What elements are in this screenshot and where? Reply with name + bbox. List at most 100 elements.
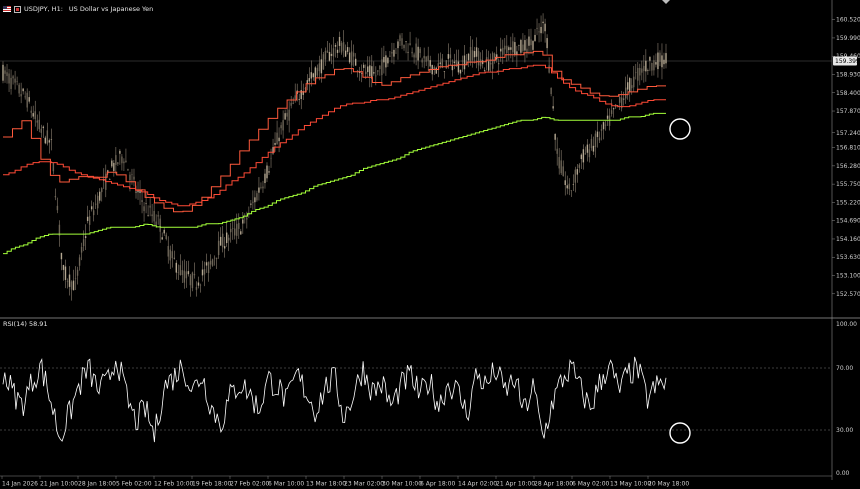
symbol-icon: [14, 5, 21, 13]
ma-fast-line: [3, 50, 666, 213]
candle-body: [556, 148, 558, 154]
candle-body: [153, 210, 155, 222]
candle-body: [435, 67, 437, 74]
candle-body: [391, 52, 393, 54]
candle-body: [2, 64, 4, 81]
candle-body: [500, 48, 502, 52]
candle-body: [230, 228, 232, 233]
candle-body: [512, 41, 514, 53]
ma-mid-line: [3, 64, 666, 207]
candle-body: [109, 179, 111, 180]
candle-body: [336, 49, 339, 53]
time-tick-label: 19 Feb 18:00: [192, 481, 232, 488]
candle-body: [326, 50, 329, 53]
candle-body: [211, 259, 214, 266]
candle-body: [377, 70, 379, 72]
candle-body: [469, 47, 472, 63]
candle-body: [582, 149, 585, 163]
candle-body: [292, 102, 294, 104]
candle-body: [290, 102, 292, 106]
candle-body: [127, 168, 129, 171]
candle-body: [498, 63, 500, 65]
rsi-tick-label: 70.00: [836, 365, 853, 372]
candle-body: [300, 90, 302, 100]
rsi-tick-label: 30.00: [836, 427, 853, 434]
candle-body: [602, 122, 605, 130]
candle-body: [467, 53, 470, 61]
candle-body: [252, 201, 254, 203]
candle-body: [562, 166, 564, 177]
candle-body: [44, 137, 47, 144]
candle-body: [115, 155, 117, 165]
candle-body: [419, 48, 421, 53]
candle-body: [72, 280, 75, 291]
chart-canvas: 160.520159.990159.460158.930158.400157.8…: [0, 0, 860, 488]
candle-body: [221, 233, 224, 248]
price-tick-label: 157.870: [836, 108, 860, 115]
candle-body: [88, 216, 91, 225]
candle-body: [123, 161, 125, 164]
symbol-label: USDJPY, H1:: [24, 5, 63, 13]
candle-body: [187, 271, 190, 275]
candle-body: [149, 205, 151, 208]
candle-body: [479, 59, 482, 67]
candle-body: [159, 218, 161, 232]
candle-body: [215, 257, 218, 259]
candle-body: [572, 184, 575, 185]
candle-body: [590, 138, 593, 149]
candle-body: [350, 51, 353, 66]
candle-body: [369, 65, 371, 76]
candle-body: [586, 144, 589, 153]
candle-body: [647, 70, 649, 71]
candle-body: [207, 262, 210, 274]
candle-body: [401, 38, 403, 46]
candle-body: [38, 119, 40, 130]
candle-body: [387, 57, 389, 64]
candle-body: [68, 274, 71, 287]
candle-body: [588, 149, 591, 158]
candle-body: [508, 47, 510, 51]
candle-body: [268, 171, 270, 173]
candle-body: [135, 191, 137, 193]
rsi-line: [2, 356, 667, 443]
candle-body: [155, 221, 157, 226]
candle-body: [544, 23, 546, 32]
candle-body: [633, 76, 635, 88]
candle-body: [78, 257, 81, 266]
price-tick-label: 155.750: [836, 181, 860, 188]
candle-body: [173, 257, 175, 259]
candle-body: [475, 47, 478, 57]
candle-body: [197, 282, 200, 286]
ma-slow-line: [3, 112, 666, 255]
candle-body: [306, 80, 308, 84]
time-tick-label: 6 Mar 10:00: [268, 481, 304, 488]
candle-body: [310, 72, 313, 79]
candle-body: [491, 53, 494, 69]
candle-body: [610, 110, 613, 114]
price-marker-circle[interactable]: [669, 118, 691, 140]
candle-body: [169, 249, 171, 261]
rsi-marker-circle[interactable]: [669, 422, 691, 444]
candle-body: [592, 145, 595, 152]
candle-body: [328, 51, 331, 61]
candle-body: [411, 51, 413, 54]
candle-body: [330, 53, 333, 56]
candle-body: [504, 45, 506, 50]
price-tick-label: 156.810: [836, 145, 860, 152]
candle-body: [554, 133, 556, 140]
candle-body: [6, 72, 8, 76]
candle-body: [205, 262, 208, 266]
candle-body: [193, 273, 196, 276]
candle-body: [84, 236, 87, 239]
price-tick-label: 152.570: [836, 291, 860, 298]
candle-body: [175, 262, 178, 273]
candle-body: [661, 55, 663, 68]
candle-body: [447, 54, 450, 59]
candle-body: [356, 70, 359, 72]
candle-body: [558, 157, 560, 169]
scroll-marker-icon[interactable]: [662, 0, 670, 4]
candle-body: [502, 47, 504, 55]
candle-body: [405, 41, 407, 42]
candle-body: [365, 71, 367, 75]
time-tick-label: 13 Mar 18:00: [306, 481, 346, 488]
